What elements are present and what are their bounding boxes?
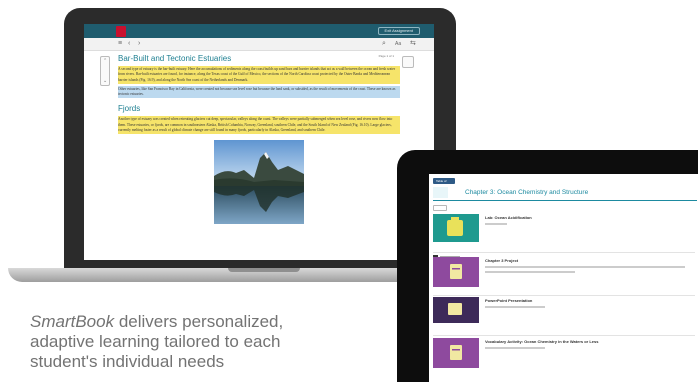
tablet-screen: Table of Contents Chapter 3: Ocean Chemi…	[429, 174, 698, 382]
text-size-icon[interactable]: Aa	[395, 40, 401, 48]
next-page-icon[interactable]: ›	[138, 40, 140, 48]
promo-stage: Exit Assignment ≡ ‹ › ⌕ Aa ⇆ ⌃ ⌄ Page 1 …	[0, 0, 698, 382]
menu-icon[interactable]: ≡	[118, 40, 122, 48]
reading-content: Bar-Built and Tectonic Estuaries A secon…	[118, 54, 400, 225]
document-icon	[450, 264, 462, 279]
fjord-photo-illustration	[214, 140, 304, 225]
item-type-indicator	[433, 245, 463, 258]
item-type-indicator	[433, 328, 463, 341]
item-thumbnail	[433, 297, 479, 323]
section-heading: Bar-Built and Tectonic Estuaries	[118, 54, 232, 63]
item-meta-line	[485, 266, 685, 268]
item-type-indicator	[433, 288, 463, 301]
chapter-icon	[433, 187, 448, 198]
laptop-notch	[228, 268, 300, 272]
settings-icon[interactable]: ⇆	[410, 40, 416, 48]
item-title[interactable]: Vocabulary Activity: Ocean Chemistry in …	[485, 339, 598, 344]
chapter-title: Chapter 3: Ocean Chemistry and Structure	[465, 189, 589, 196]
item-meta-line	[485, 271, 575, 273]
highlighted-paragraph[interactable]: A second type of estuary is the bar-buil…	[118, 66, 400, 84]
side-panel-toggle[interactable]	[402, 56, 414, 68]
item-thumbnail	[433, 257, 479, 287]
item-divider	[433, 252, 695, 253]
laptop-screen: Exit Assignment ≡ ‹ › ⌕ Aa ⇆ ⌃ ⌄ Page 1 …	[84, 24, 434, 260]
prev-page-icon[interactable]: ‹	[128, 40, 130, 48]
document-icon	[450, 345, 462, 360]
app-topbar: Exit Assignment	[84, 24, 434, 38]
highlighted-paragraph[interactable]: Other estuaries, like San Francisco Bay …	[118, 85, 400, 99]
item-title[interactable]: Lab: Ocean Acidification	[485, 215, 532, 220]
scroll-control[interactable]: ⌃ ⌄	[100, 56, 110, 86]
item-divider	[433, 335, 695, 336]
item-meta-line	[485, 306, 545, 308]
filter-input[interactable]	[433, 205, 447, 211]
brand-name: SmartBook	[30, 312, 115, 331]
item-meta-line	[485, 347, 545, 349]
presentation-icon	[448, 303, 462, 315]
item-meta-line	[485, 223, 507, 225]
chevron-down-icon[interactable]: ⌄	[103, 79, 107, 84]
title-divider	[433, 200, 697, 201]
item-title[interactable]: Chapter 3 Project	[485, 258, 518, 263]
highlighted-paragraph[interactable]: Another type of estuary was created when…	[118, 116, 400, 135]
publisher-logo-icon	[116, 26, 126, 37]
item-thumbnail	[433, 338, 479, 368]
item-thumbnail	[433, 214, 479, 242]
search-icon[interactable]: ⌕	[382, 40, 386, 48]
item-divider	[433, 295, 695, 296]
flask-icon	[447, 217, 463, 236]
reader-toolbar: ≡ ‹ › ⌕ Aa ⇆	[84, 38, 434, 51]
table-of-contents-button[interactable]: Table of Contents	[433, 178, 455, 187]
item-title[interactable]: PowerPoint Presentation	[485, 298, 532, 303]
fjord-photo	[214, 140, 304, 225]
table-of-contents-label: Table of Contents	[436, 179, 449, 187]
promo-caption: SmartBook delivers personalized, adaptiv…	[30, 312, 370, 372]
exit-assignment-button[interactable]: Exit Assignment	[377, 27, 420, 35]
chevron-up-icon[interactable]: ⌃	[103, 59, 107, 64]
section-heading: Fjords	[118, 104, 141, 114]
